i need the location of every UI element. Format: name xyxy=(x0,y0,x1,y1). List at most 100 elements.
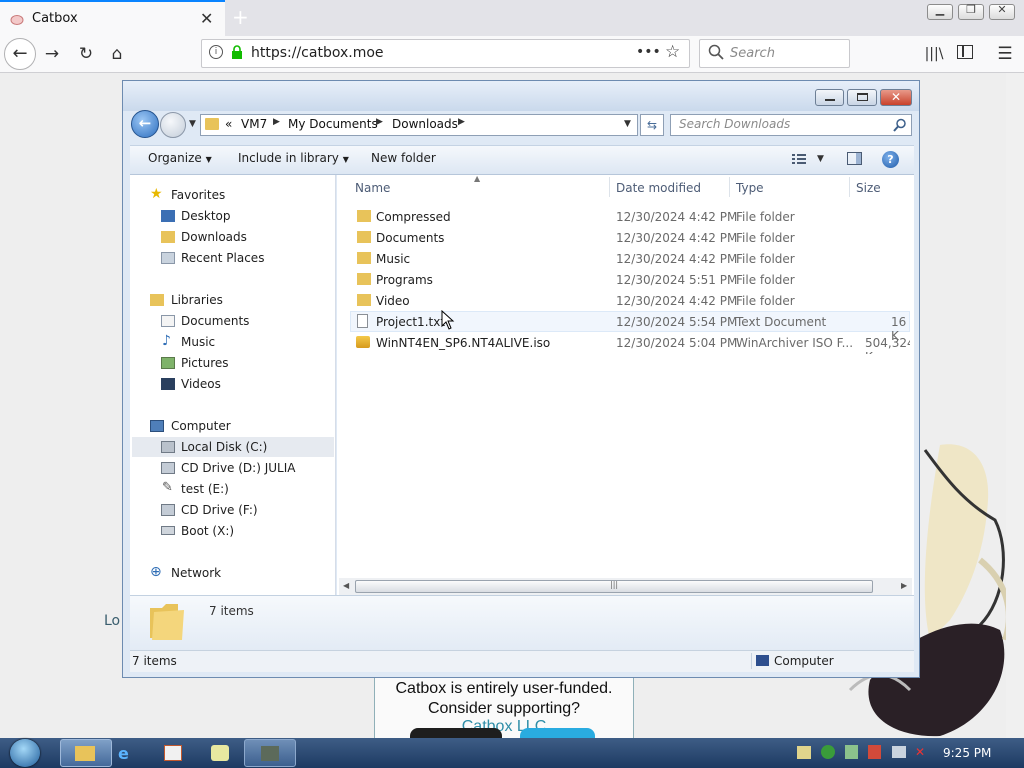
file-name: Project1.txt xyxy=(376,315,446,329)
nav-pictures[interactable]: Pictures xyxy=(181,356,229,370)
nav-desktop[interactable]: Desktop xyxy=(181,209,231,223)
file-name: Documents xyxy=(376,231,445,245)
organize-button[interactable]: Organize ▼ xyxy=(148,151,212,165)
grip-icon: ||| xyxy=(610,580,619,589)
nav-local-disk-c[interactable]: Local Disk (C:) xyxy=(181,440,267,454)
forward-arrow-icon[interactable]: → xyxy=(42,44,62,64)
internet-explorer-icon[interactable]: e xyxy=(118,744,138,763)
table-row[interactable]: Documents 12/30/2024 4:42 PM File folder xyxy=(350,228,910,249)
preview-pane-icon[interactable] xyxy=(847,152,862,165)
reload-icon[interactable]: ↻ xyxy=(76,44,96,64)
back-button[interactable]: ← xyxy=(4,38,36,70)
sidebar-icon[interactable] xyxy=(957,45,973,59)
recent-pages-dropdown-icon[interactable]: ▼ xyxy=(189,119,196,129)
nav-network[interactable]: Network xyxy=(171,566,221,580)
search-icon[interactable] xyxy=(893,118,907,132)
column-date-modified[interactable]: Date modified xyxy=(616,181,701,195)
close-icon: ✕ xyxy=(890,90,902,104)
library-icon[interactable]: |||\ xyxy=(924,44,944,64)
table-row[interactable]: Programs 12/30/2024 5:51 PM File folder xyxy=(350,270,910,291)
nav-libraries[interactable]: Libraries xyxy=(171,293,223,307)
status-divider xyxy=(751,653,752,669)
breadcrumb-my-documents[interactable]: My Documents xyxy=(288,117,378,131)
refresh-button[interactable]: ⇆ xyxy=(640,114,664,136)
nav-music[interactable]: Music xyxy=(181,335,215,349)
column-divider[interactable] xyxy=(609,177,610,197)
media-icon[interactable] xyxy=(164,745,182,761)
nav-downloads[interactable]: Downloads xyxy=(181,230,247,244)
tray-monitor-icon[interactable] xyxy=(892,746,906,758)
help-icon[interactable]: ? xyxy=(882,151,899,168)
lock-icon xyxy=(231,45,243,59)
bookmark-star-icon[interactable]: ☆ xyxy=(665,42,680,62)
column-divider[interactable] xyxy=(849,177,850,197)
breadcrumb-downloads[interactable]: Downloads xyxy=(392,117,458,131)
view-list-icon[interactable] xyxy=(792,153,806,165)
explorer-forward-button[interactable] xyxy=(160,112,186,138)
browser-close-button[interactable]: ✕ xyxy=(989,3,1015,20)
home-icon[interactable]: ⌂ xyxy=(107,44,127,64)
breadcrumb-chevron-icon[interactable]: ▶ xyxy=(458,117,465,127)
explorer-close-button[interactable]: ✕ xyxy=(880,89,912,106)
column-type[interactable]: Type xyxy=(736,181,764,195)
nav-videos[interactable]: Videos xyxy=(181,377,221,391)
browser-restore-button[interactable]: ❐ xyxy=(958,3,984,20)
view-options-chevron-icon[interactable]: ▼ xyxy=(817,154,824,164)
search-icon xyxy=(708,44,724,60)
taskbar-explorer-button[interactable] xyxy=(60,739,112,767)
kofi-button[interactable] xyxy=(520,728,595,738)
tray-network-icon[interactable] xyxy=(797,746,811,759)
patreon-button[interactable] xyxy=(410,728,502,738)
address-dropdown-icon[interactable]: ▼ xyxy=(624,119,631,129)
nav-test-e[interactable]: test (E:) xyxy=(181,482,229,496)
tray-play-icon[interactable] xyxy=(821,745,835,759)
boot-drive-icon xyxy=(161,526,175,535)
taskbar-app-button[interactable] xyxy=(244,739,296,767)
music-icon: ♪ xyxy=(162,333,171,349)
explorer-back-button[interactable]: ← xyxy=(131,110,159,138)
tray-flag-icon[interactable] xyxy=(868,745,881,759)
start-button[interactable] xyxy=(6,738,46,768)
breadcrumb-chevron-icon[interactable]: ▶ xyxy=(273,117,280,127)
column-divider[interactable] xyxy=(729,177,730,197)
table-row[interactable]: Music 12/30/2024 4:42 PM File folder xyxy=(350,249,910,270)
new-tab-icon[interactable]: + xyxy=(232,5,249,29)
browser-minimize-button[interactable]: ▁ xyxy=(927,3,953,20)
tray-shield-icon[interactable] xyxy=(845,745,858,759)
nav-recent-places[interactable]: Recent Places xyxy=(181,251,264,265)
explorer-minimize-button[interactable] xyxy=(815,89,844,106)
taskbar-clock[interactable]: 9:25 PM xyxy=(943,746,991,760)
tray-volume-muted-icon[interactable]: ✕ xyxy=(915,745,929,759)
column-size[interactable]: Size xyxy=(856,181,881,195)
nav-favorites[interactable]: Favorites xyxy=(171,188,225,202)
include-in-library-button[interactable]: Include in library ▼ xyxy=(238,151,349,165)
breadcrumb-overflow[interactable]: « xyxy=(225,117,232,131)
scroll-right-icon[interactable]: ▶ xyxy=(901,581,907,590)
page-scrollbar[interactable] xyxy=(1006,73,1024,738)
explorer-title-bar[interactable] xyxy=(123,81,919,111)
browser-tab[interactable]: Catbox ✕ xyxy=(0,0,225,36)
menu-icon[interactable]: ☰ xyxy=(995,44,1015,64)
page-actions-icon[interactable]: ••• xyxy=(636,44,661,60)
paint-icon[interactable] xyxy=(211,745,229,761)
nav-boot-x[interactable]: Boot (X:) xyxy=(181,524,234,538)
breadcrumb-chevron-icon[interactable]: ▶ xyxy=(376,117,383,127)
nav-cd-drive-d[interactable]: CD Drive (D:) JULIA xyxy=(181,461,295,475)
table-row[interactable]: Compressed 12/30/2024 4:42 PM File folde… xyxy=(350,207,910,228)
explorer-maximize-button[interactable] xyxy=(847,89,877,106)
nav-cd-drive-f[interactable]: CD Drive (F:) xyxy=(181,503,258,517)
table-row[interactable]: Video 12/30/2024 4:42 PM File folder xyxy=(350,291,910,312)
new-folder-button[interactable]: New folder xyxy=(371,151,436,165)
tab-close-icon[interactable]: ✕ xyxy=(200,9,213,28)
nav-documents[interactable]: Documents xyxy=(181,314,249,328)
page-login-link[interactable]: Lo xyxy=(104,613,120,629)
breadcrumb-vm7[interactable]: VM7 xyxy=(241,117,267,131)
table-row[interactable]: WinNT4EN_SP6.NT4ALIVE.iso 12/30/2024 5:0… xyxy=(350,333,910,354)
computer-icon xyxy=(756,655,769,666)
file-date: 12/30/2024 5:51 PM xyxy=(616,273,738,287)
scroll-left-icon[interactable]: ◀ xyxy=(343,581,349,590)
nav-computer[interactable]: Computer xyxy=(171,419,231,433)
table-row[interactable]: Project1.txt 12/30/2024 5:54 PM Text Doc… xyxy=(350,312,910,343)
info-icon[interactable]: i xyxy=(209,45,223,59)
column-name[interactable]: Name xyxy=(355,181,390,195)
